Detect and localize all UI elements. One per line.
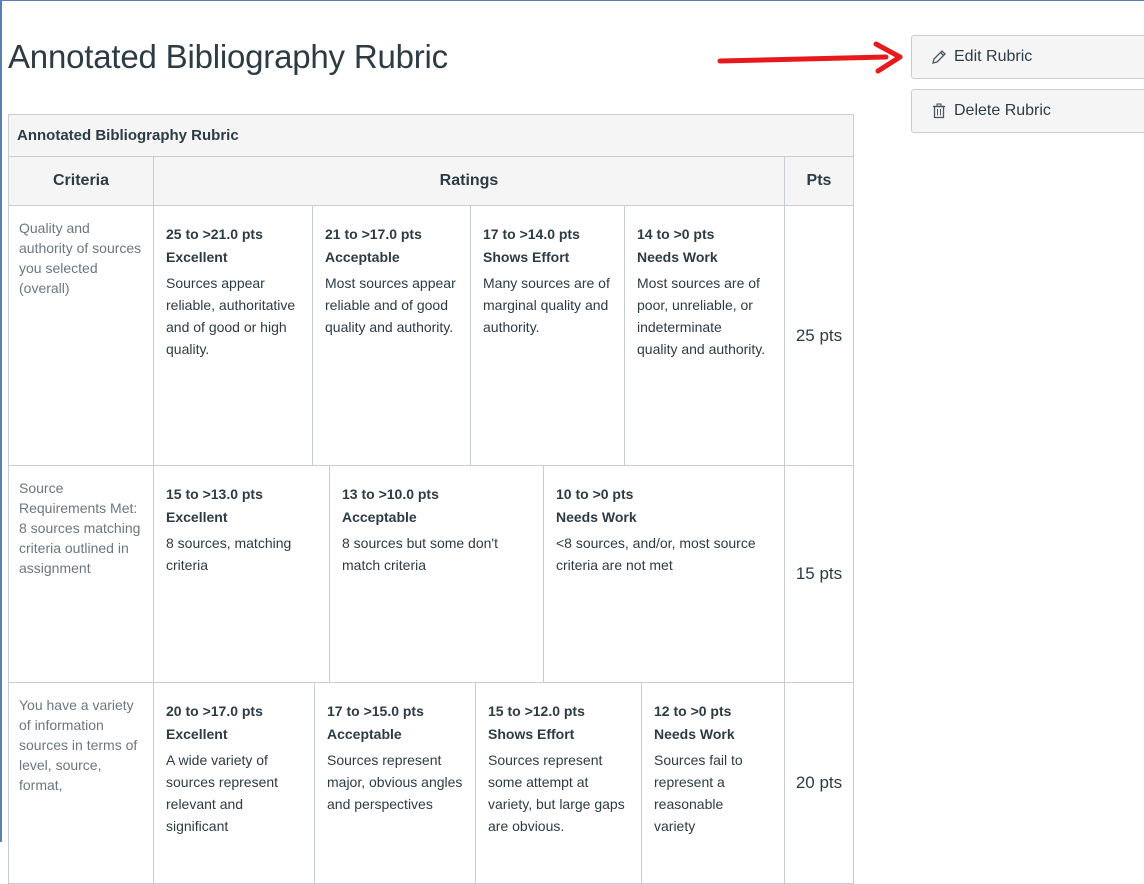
ratings-cell: 15 to >13.0 pts Excellent 8 sources, mat… [153,465,785,683]
rating-acceptable: 21 to >17.0 pts Acceptable Most sources … [312,206,470,465]
rating-points: 12 to >0 pts [654,703,732,719]
edit-rubric-button[interactable]: Edit Rubric [911,35,1144,79]
criterion-points: 20 pts [784,682,854,884]
criterion-description: Quality and authority of sources you sel… [8,205,154,466]
ratings-header: Ratings [153,156,785,206]
criterion-points: 15 pts [784,465,854,683]
rubric-caption: Annotated Bibliography Rubric [8,114,854,157]
rubric-row: Quality and authority of sources you sel… [8,205,854,466]
rating-points: 17 to >14.0 pts [483,226,580,242]
rating-excellent: 15 to >13.0 pts Excellent 8 sources, mat… [154,466,329,682]
criteria-header: Criteria [8,156,154,206]
rubric-row: Source Requirements Met: 8 sources match… [8,465,854,683]
rubric-table: Annotated Bibliography Rubric Criteria R… [8,114,854,884]
rating-needs-work: 10 to >0 pts Needs Work <8 sources, and/… [543,466,776,682]
rating-points: 14 to >0 pts [637,226,715,242]
rating-needs-work: 14 to >0 pts Needs Work Most sources are… [624,206,776,465]
rating-title: Excellent [166,726,228,742]
delete-rubric-label: Delete Rubric [954,102,1051,119]
rating-title: Acceptable [342,509,417,525]
rating-points: 17 to >15.0 pts [327,703,424,719]
window-left-border [0,0,2,842]
red-arrow-annotation [717,41,903,74]
rating-title: Needs Work [637,249,718,265]
rating-points: 15 to >13.0 pts [166,486,263,502]
rating-title: Needs Work [556,509,637,525]
pts-header: Pts [784,156,854,206]
edit-rubric-label: Edit Rubric [954,48,1033,65]
page-title: Annotated Bibliography Rubric [8,38,448,75]
trash-icon [930,102,948,120]
delete-rubric-button[interactable]: Delete Rubric [911,89,1144,133]
rating-points: 25 to >21.0 pts [166,226,263,242]
rating-description: <8 sources, and/or, most source criteria… [556,535,756,573]
rating-points: 20 to >17.0 pts [166,703,263,719]
rating-points: 15 to >12.0 pts [488,703,585,719]
pencil-icon [930,48,948,66]
rating-needs-work: 12 to >0 pts Needs Work Sources fail to … [641,683,776,883]
rating-description: Sources appear reliable, authoritative a… [166,275,296,357]
criterion-description: You have a variety of information source… [8,682,154,884]
rating-title: Needs Work [654,726,735,742]
ratings-cell: 25 to >21.0 pts Excellent Sources appear… [153,205,785,466]
rating-description: 8 sources, matching criteria [166,535,292,573]
rating-shows-effort: 15 to >12.0 pts Shows Effort Sources rep… [475,683,641,883]
rating-excellent: 25 to >21.0 pts Excellent Sources appear… [154,206,312,465]
rating-acceptable: 13 to >10.0 pts Acceptable 8 sources but… [329,466,543,682]
rating-points: 21 to >17.0 pts [325,226,422,242]
rating-title: Excellent [166,249,228,265]
rating-description: Sources fail to represent a reasonable v… [654,752,743,834]
criterion-description: Source Requirements Met: 8 sources match… [8,465,154,683]
rating-title: Shows Effort [483,249,570,265]
rating-description: Sources represent major, obvious angles … [327,752,463,812]
rating-title: Acceptable [325,249,400,265]
criterion-points: 25 pts [784,205,854,466]
rating-description: Most sources are of poor, unreliable, or… [637,275,766,357]
rating-description: Many sources are of marginal quality and… [483,275,610,335]
rating-description: Most sources appear reliable and of good… [325,275,456,335]
rating-shows-effort: 17 to >14.0 pts Shows Effort Many source… [470,206,624,465]
rating-title: Shows Effort [488,726,575,742]
rating-title: Acceptable [327,726,402,742]
rating-title: Excellent [166,509,228,525]
rating-description: 8 sources but some don't match criteria [342,535,498,573]
rating-points: 10 to >0 pts [556,486,634,502]
rating-description: A wide variety of sources represent rele… [166,752,279,834]
rating-excellent: 20 to >17.0 pts Excellent A wide variety… [154,683,314,883]
rating-acceptable: 17 to >15.0 pts Acceptable Sources repre… [314,683,475,883]
window-top-border [0,0,1144,1]
ratings-cell: 20 to >17.0 pts Excellent A wide variety… [153,682,785,884]
rating-description: Sources represent some attempt at variet… [488,752,625,834]
rubric-row: You have a variety of information source… [8,682,854,884]
rating-points: 13 to >10.0 pts [342,486,439,502]
